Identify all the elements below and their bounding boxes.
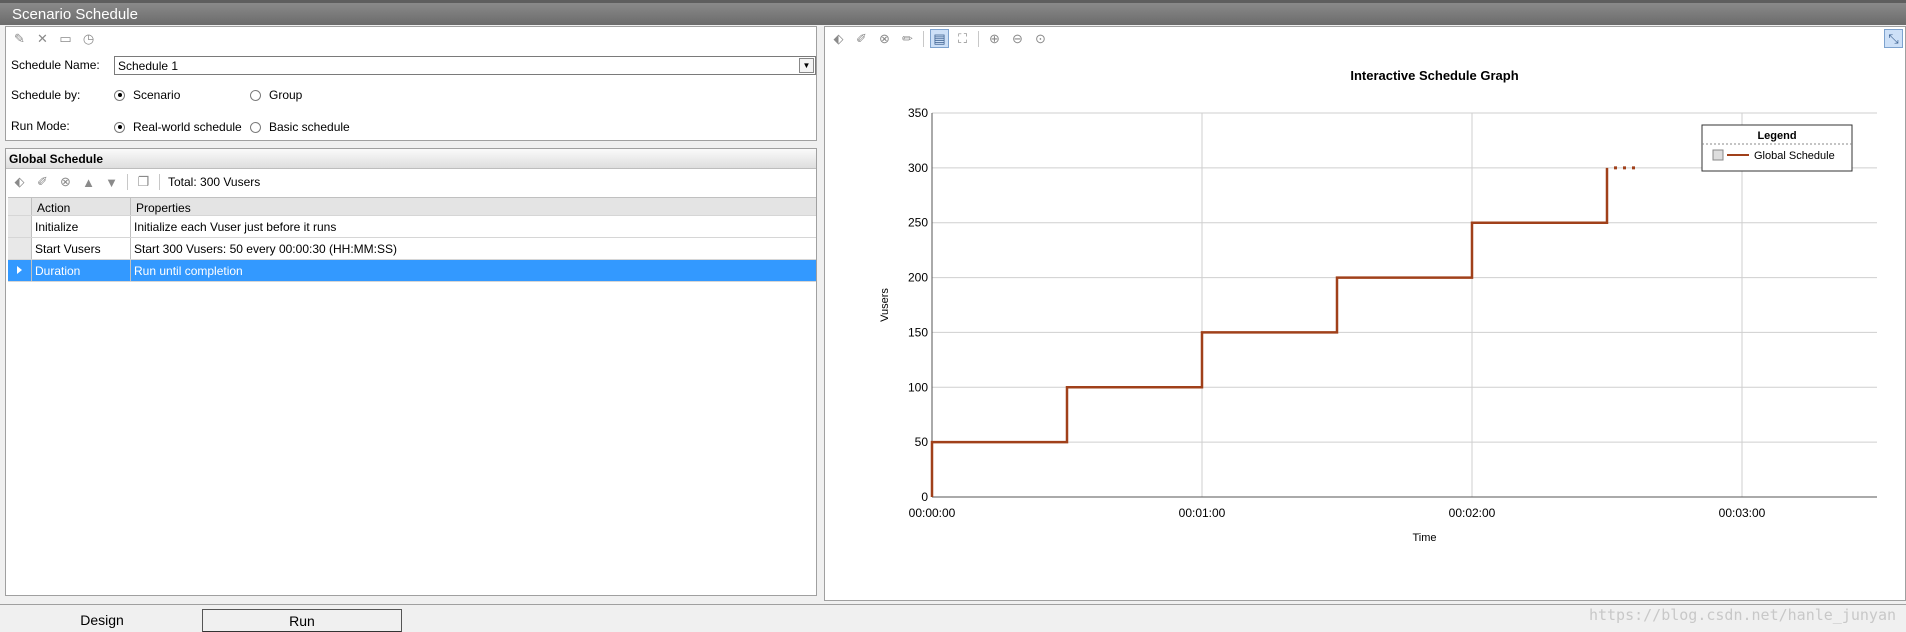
chevron-down-icon[interactable]: ▼ <box>799 58 814 73</box>
continuation-dot <box>1623 166 1626 170</box>
y-tick-label: 150 <box>908 325 928 339</box>
total-vusers-label: Total: 300 Vusers <box>168 175 261 189</box>
schedule-name-value: Schedule 1 <box>118 59 179 73</box>
schedule-name-label: Schedule Name: <box>11 58 100 72</box>
x-axis-label: Time <box>1412 532 1436 544</box>
watermark-text: https://blog.csdn.net/hanle_junyan <box>1588 606 1896 624</box>
continuation-dot <box>1614 166 1617 170</box>
action-cell: Initialize <box>32 216 131 237</box>
x-tick-label: 00:03:00 <box>1719 506 1766 520</box>
delete-action-icon[interactable]: ⊗ <box>56 173 75 192</box>
radio-label-scenario: Scenario <box>133 88 181 102</box>
global-schedule-panel: Global Schedule ⬖ ✐ ⊗ ▲ ▼ ❐ Total: 300 V… <box>5 148 817 596</box>
schedule-actions-grid: Action Properties Initialize Initialize … <box>8 197 816 282</box>
bottom-tab-bar: Design Run https://blog.csdn.net/hanle_j… <box>0 604 1906 632</box>
column-header-action[interactable]: Action <box>32 198 131 215</box>
y-tick-label: 350 <box>908 106 928 120</box>
schedule-definition-panel: ✎ ✕ ▭ ◷ Schedule Name: Schedule 1 ▼ Sche… <box>5 26 817 141</box>
properties-cell: Start 300 Vusers: 50 every 00:00:30 (HH:… <box>134 242 397 256</box>
radio-unselected-icon <box>250 121 261 133</box>
legend-entry-label: Global Schedule <box>1754 150 1835 162</box>
x-tick-label: 00:02:00 <box>1449 506 1496 520</box>
y-tick-label: 200 <box>908 271 928 285</box>
toolbar-divider <box>127 174 128 190</box>
new-schedule-icon[interactable]: ✎ <box>10 29 29 48</box>
global-schedule-header: Global Schedule <box>6 149 816 169</box>
y-tick-label: 250 <box>908 216 928 230</box>
grid-header-row: Action Properties <box>8 197 816 216</box>
schedule-clock-icon[interactable]: ◷ <box>79 29 98 48</box>
x-tick-label: 00:00:00 <box>909 506 956 520</box>
continuation-dot <box>1632 166 1635 170</box>
run-mode-label: Run Mode: <box>11 119 70 133</box>
action-cell: Start Vusers <box>32 238 131 259</box>
legend-title: Legend <box>1757 130 1796 142</box>
move-up-icon[interactable]: ▲ <box>79 173 98 192</box>
row-selector[interactable] <box>8 216 32 237</box>
table-row[interactable]: Initialize Initialize each Vuser just be… <box>8 216 816 238</box>
schedule-by-label: Schedule by: <box>11 88 81 102</box>
global-schedule-toolbar: ⬖ ✐ ⊗ ▲ ▼ ❐ Total: 300 Vusers <box>10 170 820 194</box>
properties-cell: Initialize each Vuser just before it run… <box>134 220 337 234</box>
y-axis-label: Vusers <box>879 288 891 322</box>
row-selector-arrow-icon[interactable] <box>8 260 32 281</box>
radio-selected-icon <box>114 89 125 101</box>
window-title: Scenario Schedule <box>12 6 138 23</box>
chart-title: Interactive Schedule Graph <box>1350 68 1518 83</box>
run-mode-real-world-radio[interactable]: Real-world schedule <box>114 120 242 134</box>
window-titlebar: Scenario Schedule <box>0 0 1906 25</box>
schedule-by-scenario-radio[interactable]: Scenario <box>114 88 180 102</box>
y-tick-label: 100 <box>908 380 928 394</box>
radio-label-real-world: Real-world schedule <box>133 120 242 134</box>
action-cell: Duration <box>32 260 131 281</box>
column-header-properties[interactable]: Properties <box>131 198 816 215</box>
move-down-icon[interactable]: ▼ <box>102 173 121 192</box>
run-mode-basic-radio[interactable]: Basic schedule <box>250 120 350 134</box>
radio-selected-icon <box>114 121 125 133</box>
y-tick-label: 0 <box>921 490 928 504</box>
y-tick-label: 300 <box>908 161 928 175</box>
global-schedule-title: Global Schedule <box>9 152 104 166</box>
tab-design[interactable]: Design <box>2 609 202 632</box>
edit-action-icon[interactable]: ✐ <box>33 173 52 192</box>
schedule-by-group-radio[interactable]: Group <box>250 88 302 102</box>
table-row[interactable]: Start Vusers Start 300 Vusers: 50 every … <box>8 238 816 260</box>
delete-icon[interactable]: ✕ <box>33 29 52 48</box>
schedule-name-combobox[interactable]: Schedule 1 ▼ <box>114 56 816 75</box>
x-tick-label: 00:01:00 <box>1179 506 1226 520</box>
add-action-icon[interactable]: ⬖ <box>10 173 29 192</box>
table-row-selected[interactable]: Duration Run until completion <box>8 260 816 282</box>
schedule-chart[interactable]: Interactive Schedule Graph 0 50 100 150 200 25… <box>825 27 1905 600</box>
radio-label-group: Group <box>269 88 303 102</box>
row-selector[interactable] <box>8 238 32 259</box>
legend-checkbox-icon <box>1712 149 1724 161</box>
radio-unselected-icon <box>250 89 261 101</box>
row-header-corner <box>8 198 32 215</box>
interactive-graph-panel: ⬖ ✐ ⊗ ✏ ▤ ⛶ ⊕ ⊖ ⊙ ⤡ Interactive Schedule… <box>824 26 1906 601</box>
properties-cell: Run until completion <box>134 264 243 278</box>
copy-icon[interactable]: ❐ <box>134 173 153 192</box>
tab-run[interactable]: Run <box>202 609 402 632</box>
rename-icon[interactable]: ▭ <box>56 29 75 48</box>
y-tick-label: 50 <box>915 435 929 449</box>
toolbar-divider <box>159 174 160 190</box>
radio-label-basic: Basic schedule <box>269 120 350 134</box>
